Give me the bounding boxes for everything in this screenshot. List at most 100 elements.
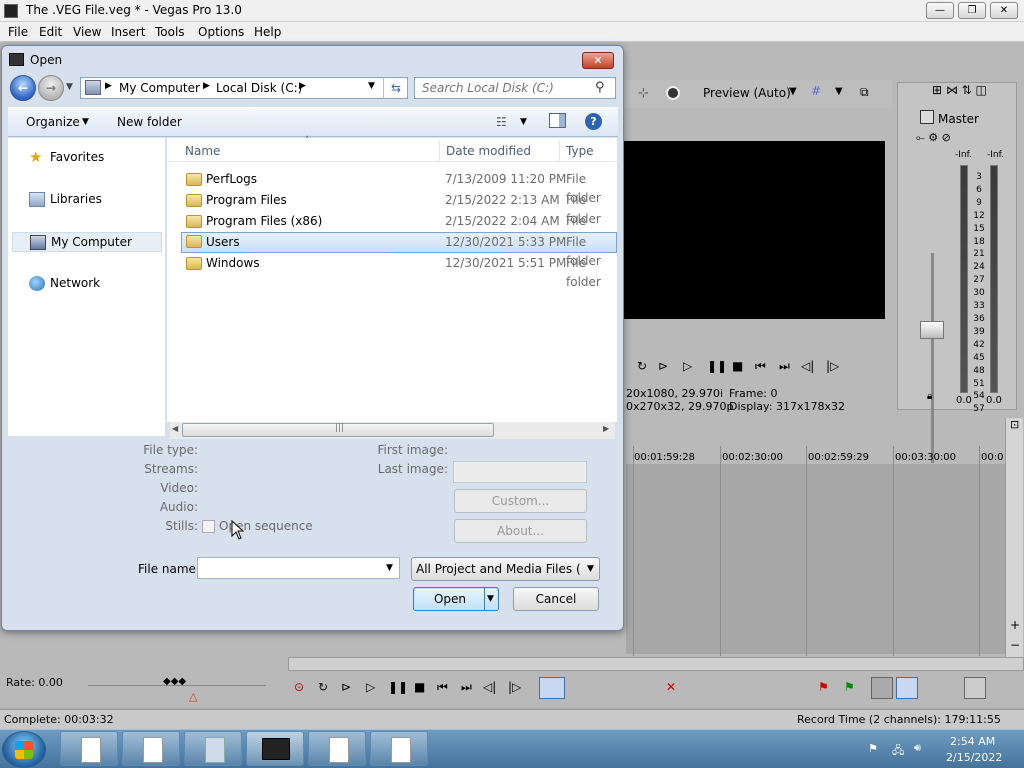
recent-pages-chevron-icon[interactable]: ▼ [66,82,73,92]
delete-icon[interactable]: ✕ [666,680,676,694]
stop-icon[interactable]: ■ [414,680,425,694]
help-icon[interactable]: ? [585,113,602,130]
region-icon[interactable]: ⚑ [844,680,855,694]
rate-thumb[interactable]: ◆◆◆ [163,676,186,687]
open-button[interactable]: Open ▼ [413,587,499,611]
menu-help[interactable]: Help [254,25,281,39]
record-icon[interactable]: ⊙ [294,680,304,694]
file-row-program-files-x86[interactable]: Program Files (x86) 2/15/2022 2:04 AM Fi… [181,212,617,247]
overlay-icon[interactable] [666,86,680,100]
breadcrumb-local-disk[interactable]: Local Disk (C:) [216,81,302,95]
zoom-icon[interactable]: ⊡ [1010,418,1019,431]
file-type-chevron-icon[interactable]: ▼ [587,564,594,574]
go-to-start-icon[interactable]: ⏮ [755,359,766,374]
taskbar-item[interactable] [60,731,118,766]
refresh-icon[interactable]: ⇆ [383,78,408,98]
timeline-tracks[interactable] [626,464,1006,654]
taskbar-item[interactable] [308,731,366,766]
menu-insert[interactable]: Insert [111,25,145,39]
next-frame-icon[interactable]: |▷ [826,359,839,373]
clock-date[interactable]: 2/15/2022 [946,751,1002,764]
taskbar-item-vegas[interactable] [246,731,304,766]
column-type[interactable]: Type [566,144,594,158]
go-to-end-icon[interactable]: ⏭ [461,680,472,695]
lock-icon[interactable]: 🔒︎ [927,391,932,402]
play-icon[interactable]: ▷ [366,680,375,694]
chevron-down-icon[interactable]: ▼ [789,86,797,97]
cancel-button[interactable]: Cancel [513,587,599,611]
custom-button[interactable]: Custom... [454,489,587,513]
normal-edit-tool-icon[interactable] [539,677,565,699]
action-center-icon[interactable]: ⚑ [868,742,878,755]
address-history-chevron-icon[interactable]: ▼ [368,81,375,91]
zoom-out-icon[interactable]: − [1010,638,1020,652]
organize-button[interactable]: Organize [26,115,80,129]
menu-edit[interactable]: Edit [39,25,62,39]
file-row-users[interactable]: Users 12/30/2021 5:33 PM File folder [181,232,617,268]
forward-arrow-icon[interactable]: → [38,75,64,101]
timeline-ruler[interactable]: 00:01:59:28 00:02:30:00 00:02:59:29 00:0… [626,450,1006,464]
dialog-close-button[interactable]: ✕ [582,52,614,69]
go-to-start-icon[interactable]: ⏮ [437,680,448,695]
breadcrumb-separator-icon[interactable]: ▶ [299,81,306,91]
next-frame-icon[interactable]: |▷ [508,680,521,694]
file-row-program-files[interactable]: Program Files 2/15/2022 2:13 AM File fol… [181,191,617,226]
organize-chevron-icon[interactable]: ▼ [82,117,89,127]
snapping-icon[interactable] [896,677,918,699]
file-row-windows[interactable]: Windows 12/30/2021 5:51 PM File folder [181,254,617,289]
breadcrumb-separator-icon[interactable]: ▶ [203,81,210,91]
fx-icons[interactable]: ⟜ ⚙ ⊘ [916,131,951,145]
open-sequence-checkbox[interactable] [202,520,215,533]
network-tray-icon[interactable]: 🖧︎ [892,742,904,761]
timeline-hscroll[interactable] [288,657,1024,671]
scroll-left-icon[interactable]: ◀ [172,424,178,433]
open-options-chevron-icon[interactable]: ▼ [487,588,494,610]
master-toolbar-icons[interactable]: ⊞ ⋈ ⇅ ◫ [932,83,987,97]
split-screen-icon[interactable]: ⊹ [638,86,649,101]
back-arrow-icon[interactable]: ← [10,75,36,101]
zoom-in-icon[interactable]: + [1010,618,1020,632]
stop-icon[interactable]: ■ [732,359,743,373]
loop-playback-icon[interactable]: ↻ [318,680,328,694]
play-from-start-icon[interactable]: ⊳ [658,359,668,373]
master-fader[interactable] [920,321,944,339]
play-from-start-icon[interactable]: ⊳ [341,680,351,694]
about-button[interactable]: About... [454,519,587,543]
previous-frame-icon[interactable]: ◁| [801,359,814,373]
file-name-combobox[interactable]: ▼ [197,557,400,579]
menu-options[interactable]: Options [198,25,244,39]
loop-icon[interactable]: ↻ [637,359,647,373]
nav-item-favorites[interactable]: ★ Favorites [12,148,162,168]
timeline-vscroll[interactable]: ⊡ + − [1005,418,1023,658]
play-icon[interactable]: ▷ [683,359,692,373]
pause-icon[interactable]: ❚❚ [388,680,408,694]
breadcrumb-my-computer[interactable]: My Computer [119,81,200,95]
grid-icon[interactable]: # [811,84,821,98]
search-icon[interactable]: ⚲ [595,80,605,95]
go-to-end-icon[interactable]: ⏭ [779,359,790,374]
nav-item-my-computer[interactable]: My Computer [12,232,162,252]
menu-view[interactable]: View [73,25,101,39]
copy-snapshot-icon[interactable]: ⧉ [860,85,869,100]
minimize-button[interactable]: — [926,2,954,19]
nav-item-libraries[interactable]: Libraries [12,190,162,210]
taskbar-item[interactable] [370,731,428,766]
search-box[interactable]: ⚲ [414,77,616,99]
preview-pane-icon[interactable] [549,113,566,128]
preview-quality-dropdown[interactable]: Preview (Auto) [703,86,791,100]
view-chevron-icon[interactable]: ▼ [520,117,527,127]
start-button[interactable] [2,731,46,768]
new-folder-button[interactable]: New folder [117,115,182,129]
menu-tools[interactable]: Tools [155,25,185,39]
view-options-icon[interactable]: ☷ [496,115,507,129]
file-type-filter-dropdown[interactable]: All Project and Media Files (*.ve ▼ [411,557,600,581]
menu-file[interactable]: File [8,25,28,39]
file-row-perflogs[interactable]: PerfLogs 7/13/2009 11:20 PM File folder [181,170,617,205]
chevron-down-icon[interactable]: ▼ [835,86,843,97]
auto-ripple-icon[interactable] [871,677,893,699]
marker-icon[interactable]: ⚑ [818,680,829,694]
restore-button[interactable]: ❐ [958,2,986,19]
previous-frame-icon[interactable]: ◁| [483,680,496,694]
lock-envelopes-icon[interactable] [964,677,986,699]
breadcrumb-separator-icon[interactable]: ▶ [105,81,112,91]
